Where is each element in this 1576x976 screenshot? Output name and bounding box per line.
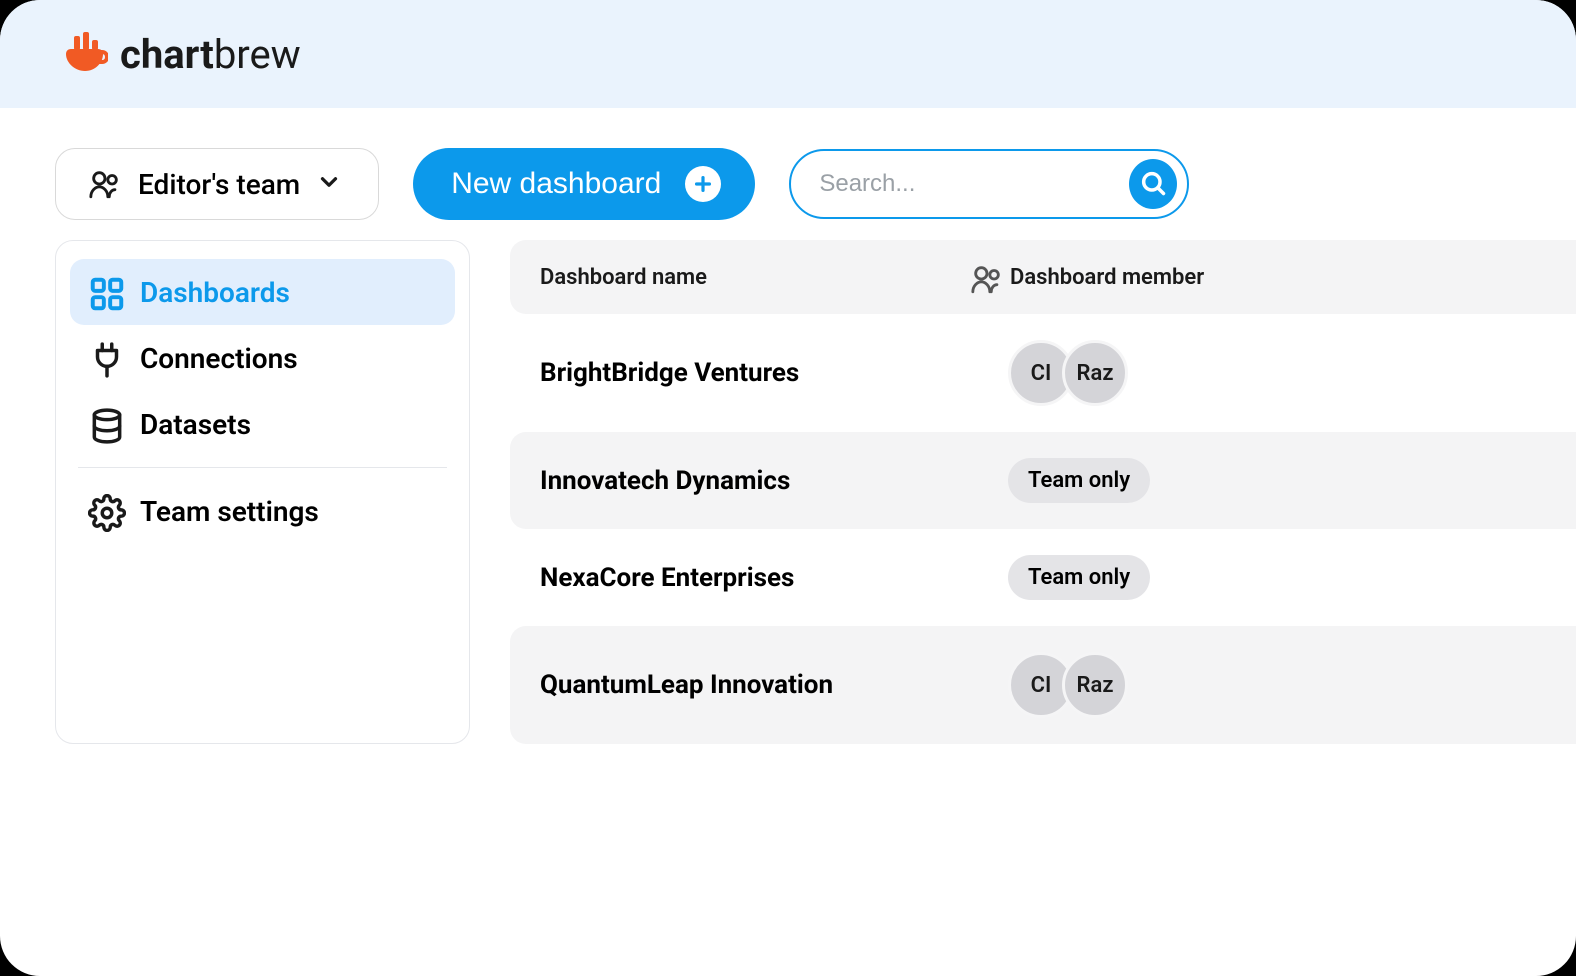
sidebar-item-dashboards[interactable]: Dashboards: [70, 259, 455, 325]
plus-icon: [685, 166, 721, 202]
sidebar-item-label: Datasets: [140, 408, 251, 441]
table-row[interactable]: QuantumLeap Innovation CIRaz: [510, 626, 1576, 744]
sidebar-item-connections[interactable]: Connections: [70, 325, 455, 391]
table-row[interactable]: BrightBridge Ventures CIRaz: [510, 314, 1576, 432]
sidebar-item-label: Dashboards: [140, 276, 290, 309]
new-dashboard-button[interactable]: New dashboard: [413, 148, 755, 220]
main-content: Dashboards Connections Datasets: [0, 240, 1576, 744]
table-row[interactable]: NexaCore Enterprises Team only: [510, 529, 1576, 626]
users-icon: [970, 262, 1000, 292]
sidebar-item-label: Team settings: [140, 495, 319, 528]
sidebar: Dashboards Connections Datasets: [55, 240, 470, 744]
search-icon: [1139, 169, 1167, 200]
database-icon: [88, 407, 122, 441]
toolbar: Editor's team New dashboard: [0, 108, 1576, 240]
dashboard-name: NexaCore Enterprises: [540, 563, 970, 593]
team-only-badge: Team only: [1008, 555, 1150, 600]
chevron-down-icon: [316, 169, 346, 199]
sidebar-item-team-settings[interactable]: Team settings: [70, 478, 455, 544]
team-only-badge: Team only: [1008, 458, 1150, 503]
member-avatars: CIRaz: [1008, 652, 1128, 718]
dashboard-name: BrightBridge Ventures: [540, 358, 970, 388]
app-header: chartbrew: [0, 0, 1576, 108]
column-header-name: Dashboard name: [540, 265, 970, 290]
brand-name: chartbrew: [120, 31, 301, 78]
chartbrew-logo-icon: [60, 30, 108, 78]
column-header-member: Dashboard member: [970, 262, 1204, 292]
grid-icon: [88, 275, 122, 309]
gear-icon: [88, 494, 122, 528]
sidebar-divider: [78, 467, 447, 468]
team-selector[interactable]: Editor's team: [55, 148, 379, 220]
dashboard-name: Innovatech Dynamics: [540, 466, 970, 496]
dashboard-table: Dashboard name Dashboard member BrightBr…: [510, 240, 1576, 744]
member-avatars: CIRaz: [1008, 340, 1128, 406]
dashboard-name: QuantumLeap Innovation: [540, 670, 970, 700]
plug-icon: [88, 341, 122, 375]
table-header: Dashboard name Dashboard member: [510, 240, 1576, 314]
table-row[interactable]: Innovatech Dynamics Team only: [510, 432, 1576, 529]
users-icon: [88, 167, 122, 201]
brand-logo: chartbrew: [60, 30, 301, 78]
avatar: Raz: [1062, 340, 1128, 406]
app-window: chartbrew Editor's team New dashboard: [0, 0, 1576, 976]
team-label: Editor's team: [138, 168, 300, 201]
search-button[interactable]: [1129, 159, 1177, 209]
search-input[interactable]: [819, 170, 1129, 198]
sidebar-item-label: Connections: [140, 342, 298, 375]
search-field[interactable]: [789, 149, 1189, 219]
avatar: Raz: [1062, 652, 1128, 718]
sidebar-item-datasets[interactable]: Datasets: [70, 391, 455, 457]
